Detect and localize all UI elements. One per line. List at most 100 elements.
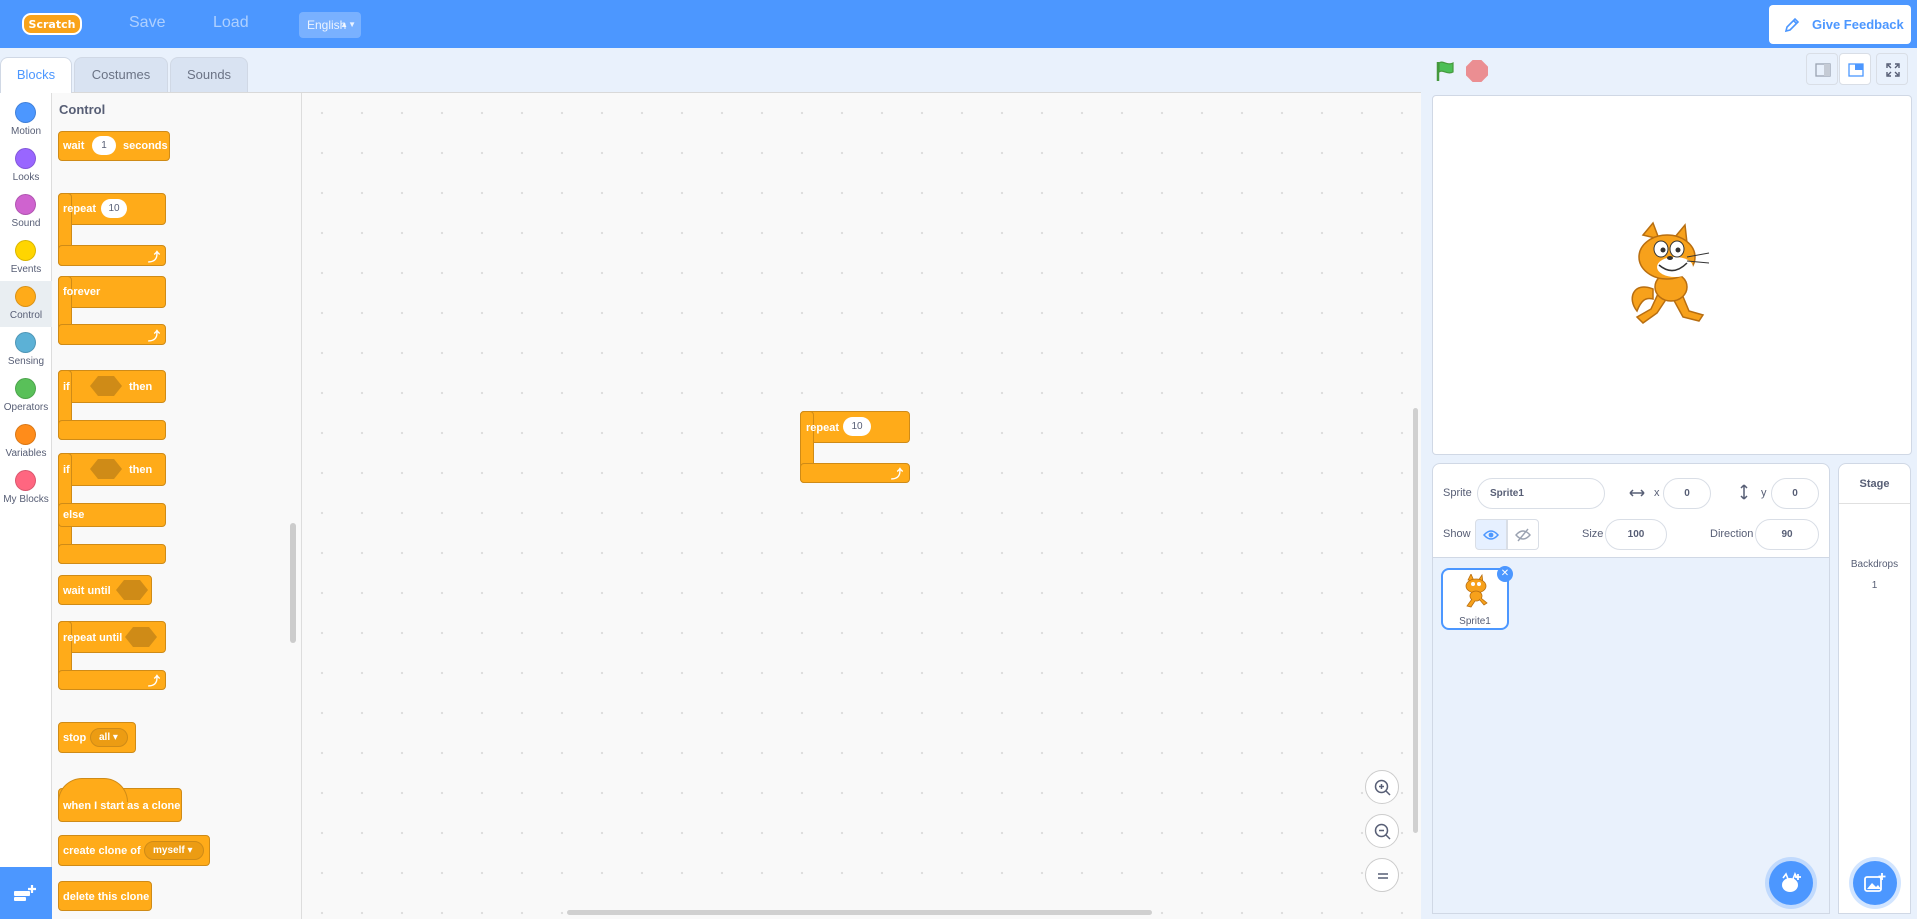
cat-thumbnail-icon: [1465, 574, 1488, 608]
small-stage-button[interactable]: [1806, 53, 1838, 85]
size-label: Size: [1582, 528, 1604, 540]
block-text: delete this clone: [63, 891, 150, 903]
hide-sprite-button[interactable]: [1507, 519, 1539, 550]
block-text: wait until: [63, 585, 111, 597]
operators-dot-icon: [15, 378, 36, 399]
category-label: Control: [9, 310, 43, 321]
tab-blocks[interactable]: Blocks: [0, 57, 72, 93]
palette-scrollbar[interactable]: [290, 523, 296, 643]
block-text: stop: [63, 732, 87, 744]
block-text: repeat until: [63, 632, 123, 644]
zoom-reset-button[interactable]: [1365, 858, 1399, 892]
save-menu[interactable]: Save: [129, 14, 165, 32]
cat-sprite-image[interactable]: [1623, 221, 1723, 326]
extension-icon: [14, 885, 36, 901]
add-extension-button[interactable]: [0, 867, 52, 919]
size-input[interactable]: 100: [1605, 519, 1667, 550]
stop-icon[interactable]: [1466, 60, 1488, 82]
dropdown-value: all: [99, 732, 111, 743]
pencil-icon: [1784, 17, 1800, 33]
script-workspace[interactable]: repeat 10 ⤴: [302, 93, 1421, 919]
clone-target-dropdown[interactable]: myself ▾: [144, 841, 204, 860]
x-position-input[interactable]: 0: [1663, 478, 1711, 509]
category-operators[interactable]: Operators: [0, 373, 52, 419]
category-events[interactable]: Events: [0, 235, 52, 281]
loop-arrow-icon: ⤴: [148, 250, 161, 264]
zoom-out-icon: [1374, 823, 1391, 840]
zoom-in-button[interactable]: [1365, 770, 1399, 804]
loop-arrow-icon: ⤴: [148, 329, 161, 343]
language-select[interactable]: English ▲▼: [299, 12, 361, 38]
category-label: Operators: [3, 402, 49, 413]
feedback-label: Give Feedback: [1812, 17, 1904, 32]
show-label: Show: [1443, 528, 1471, 540]
category-sensing[interactable]: Sensing: [0, 327, 52, 373]
category-label: Looks: [12, 172, 40, 183]
stage-selector[interactable]: Stage Backdrops 1: [1838, 463, 1911, 914]
image-add-icon: [1864, 873, 1886, 892]
eye-slash-icon: [1515, 528, 1531, 542]
sprite-list: Sprite1 ✕: [1432, 558, 1830, 914]
block-text: then: [129, 464, 153, 476]
block-text: create clone of: [63, 845, 141, 857]
show-sprite-button[interactable]: [1475, 519, 1507, 550]
dropdown-value: myself: [153, 845, 185, 856]
small-stage-icon: [1815, 63, 1831, 77]
y-position-input[interactable]: 0: [1771, 478, 1819, 509]
delete-sprite-button[interactable]: ✕: [1497, 566, 1513, 582]
category-label: Variables: [5, 448, 47, 459]
block-text: wait: [63, 140, 85, 152]
category-looks[interactable]: Looks: [0, 143, 52, 189]
category-control[interactable]: Control: [0, 281, 52, 327]
select-arrow-icon: ▲▼: [340, 20, 356, 29]
workspace-vertical-scrollbar[interactable]: [1413, 408, 1418, 833]
give-feedback-button[interactable]: Give Feedback: [1769, 5, 1911, 44]
events-dot-icon: [15, 240, 36, 261]
category-label: Events: [10, 264, 42, 275]
green-flag-icon[interactable]: [1434, 60, 1456, 82]
category-my-blocks[interactable]: My Blocks: [0, 465, 52, 511]
zoom-in-icon: [1374, 779, 1391, 796]
sprite-name-input[interactable]: Sprite1: [1477, 478, 1605, 509]
direction-input[interactable]: 90: [1755, 519, 1819, 550]
number-input[interactable]: 10: [843, 417, 871, 436]
direction-label: Direction: [1710, 528, 1754, 540]
block-text: seconds: [123, 140, 168, 152]
add-backdrop-button[interactable]: [1853, 861, 1897, 905]
stop-option-dropdown[interactable]: all ▾: [90, 728, 128, 747]
category-sound[interactable]: Sound: [0, 189, 52, 235]
category-label: Sound: [11, 218, 41, 229]
y-label: y: [1761, 487, 1767, 499]
sound-dot-icon: [15, 194, 36, 215]
category-variables[interactable]: Variables: [0, 419, 52, 465]
code-editor: Motion Looks Sound Events Control Sensin…: [0, 92, 1421, 919]
block-text: else: [63, 509, 85, 521]
workspace-horizontal-scrollbar[interactable]: [567, 910, 1152, 915]
block-text: repeat: [806, 422, 840, 434]
backdrops-label: Backdrops: [1850, 559, 1899, 570]
y-value: 0: [1792, 488, 1798, 499]
normal-stage-button[interactable]: [1839, 53, 1871, 85]
number-input[interactable]: 1: [92, 136, 116, 155]
sprite-info-panel: Sprite Sprite1 x 0 y 0 Show Size 100 Dir…: [1432, 463, 1830, 558]
stage-canvas[interactable]: [1432, 95, 1912, 455]
add-sprite-button[interactable]: [1769, 861, 1813, 905]
loop-arrow-icon: ⤴: [891, 467, 904, 481]
scratch-logo[interactable]: Scratch: [22, 12, 82, 36]
load-menu[interactable]: Load: [213, 14, 249, 32]
category-label: My Blocks: [3, 494, 49, 505]
fullscreen-button[interactable]: [1876, 53, 1908, 85]
block-text: when I start as a clone: [63, 800, 181, 812]
category-motion[interactable]: Motion: [0, 97, 52, 143]
block-text: if: [63, 381, 70, 393]
sprite-thumbnail[interactable]: Sprite1 ✕: [1441, 566, 1513, 630]
looks-dot-icon: [15, 148, 36, 169]
number-input[interactable]: 10: [101, 199, 127, 218]
category-label: Motion: [10, 126, 41, 137]
zoom-out-button[interactable]: [1365, 814, 1399, 848]
tab-sounds[interactable]: Sounds: [170, 57, 248, 92]
control-dot-icon: [15, 286, 36, 307]
block-palette: Control wait 1 seconds repeat 10 ⤴ forev…: [52, 93, 302, 919]
tab-costumes[interactable]: Costumes: [74, 57, 168, 92]
loop-arrow-icon: ⤴: [148, 674, 161, 688]
